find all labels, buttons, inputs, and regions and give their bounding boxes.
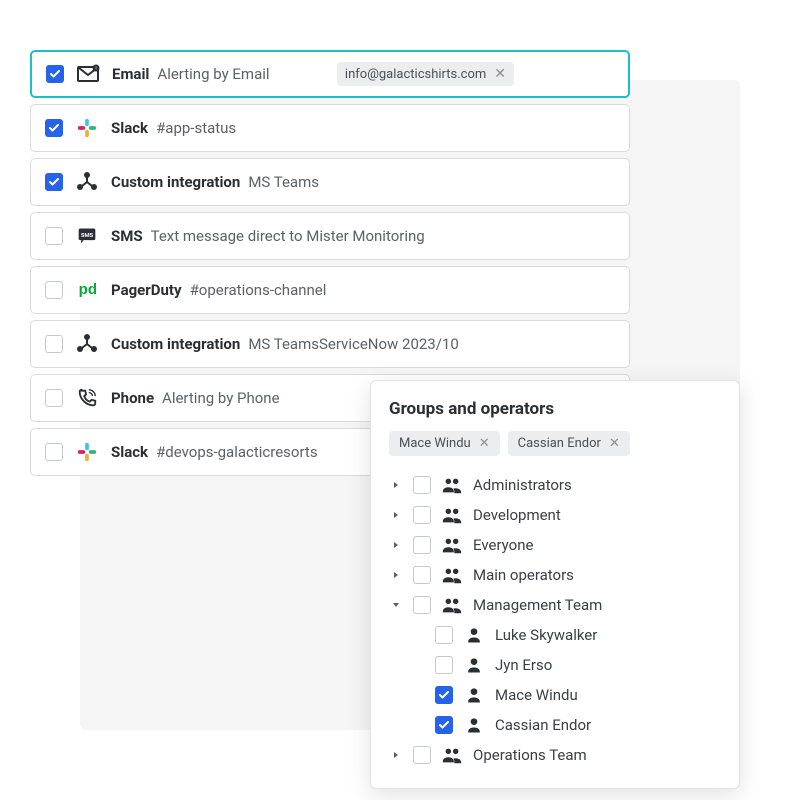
member-row[interactable]: Luke Skywalker [389,620,721,650]
group-icon [441,564,463,586]
channel-checkbox[interactable] [45,443,63,461]
group-label: Development [473,506,561,524]
group-row[interactable]: Development [389,500,721,530]
channel-row-slack[interactable]: Slack #app-status [30,104,630,152]
email-icon: ! [76,62,100,86]
channel-checkbox[interactable] [45,389,63,407]
person-icon [463,654,485,676]
slack-icon [75,440,99,464]
member-row[interactable]: Jyn Erso [389,650,721,680]
member-checkbox[interactable] [435,656,453,674]
chip-remove-icon[interactable]: ✕ [609,436,620,451]
channel-checkbox[interactable] [45,335,63,353]
group-icon [441,534,463,556]
group-icon [441,744,463,766]
group-tree: Administrators Development Everyone Main… [389,470,721,770]
channel-name: Phone [111,389,154,407]
channel-name: SMS [111,227,143,245]
caret-right-icon[interactable] [389,571,403,579]
caret-right-icon[interactable] [389,481,403,489]
group-checkbox[interactable] [413,746,431,764]
group-label: Everyone [473,536,533,554]
channel-row-custom[interactable]: Custom integration MS Teams [30,158,630,206]
member-checkbox[interactable] [435,686,453,704]
group-checkbox[interactable] [413,596,431,614]
group-icon [441,594,463,616]
person-icon [463,714,485,736]
group-checkbox[interactable] [413,506,431,524]
custom-icon [75,170,99,194]
channel-row-custom[interactable]: Custom integration MS TeamsServiceNow 20… [30,320,630,368]
group-row[interactable]: Management Team [389,590,721,620]
channel-name: Email [112,65,149,83]
caret-right-icon[interactable] [389,751,403,759]
channel-name: Slack [111,443,148,461]
operator-chip[interactable]: Mace Windu✕ [389,431,500,456]
slack-icon [75,116,99,140]
channel-checkbox[interactable] [45,281,63,299]
group-checkbox[interactable] [413,536,431,554]
group-icon [441,504,463,526]
member-checkbox[interactable] [435,626,453,644]
channel-desc: Alerting by Email [157,65,269,83]
group-checkbox[interactable] [413,476,431,494]
popup-title: Groups and operators [389,399,721,419]
person-icon [463,684,485,706]
member-checkbox[interactable] [435,716,453,734]
member-label: Mace Windu [495,686,578,704]
operator-chip[interactable]: Cassian Endor✕ [508,431,630,456]
group-row[interactable]: Administrators [389,470,721,500]
group-icon [441,474,463,496]
channel-desc: #devops-galacticresorts [156,443,318,461]
channel-name: Custom integration [111,335,240,353]
channel-row-email[interactable]: ! Email Alerting by Email info@galactics… [30,50,630,98]
channel-desc: #app-status [156,119,236,137]
channel-desc: Text message direct to Mister Monitoring [151,227,425,245]
channel-checkbox[interactable] [45,119,63,137]
group-row[interactable]: Everyone [389,530,721,560]
chip-remove-icon[interactable]: ✕ [479,436,490,451]
person-icon [463,624,485,646]
member-row[interactable]: Cassian Endor [389,710,721,740]
selected-chips: Mace Windu✕ Cassian Endor✕ [389,431,721,456]
group-label: Administrators [473,476,572,494]
caret-down-icon[interactable] [389,601,403,609]
member-label: Cassian Endor [495,716,591,734]
channel-desc: #operations-channel [190,281,327,299]
channel-desc: MS TeamsServiceNow 2023/10 [248,335,458,353]
channel-checkbox[interactable] [46,65,64,83]
pagerduty-icon: pd [75,278,99,302]
groups-popup: Groups and operators Mace Windu✕Cassian … [370,380,740,789]
channel-desc: Alerting by Phone [162,389,280,407]
caret-right-icon[interactable] [389,541,403,549]
group-row[interactable]: Operations Team [389,740,721,770]
member-label: Luke Skywalker [495,626,597,644]
member-row[interactable]: Mace Windu [389,680,721,710]
custom-icon [75,332,99,356]
channel-row-pagerduty[interactable]: pd PagerDuty #operations-channel [30,266,630,314]
channel-name: PagerDuty [111,281,182,299]
channel-tag[interactable]: info@galacticshirts.com✕ [337,62,514,86]
channel-name: Custom integration [111,173,240,191]
channel-checkbox[interactable] [45,227,63,245]
group-row[interactable]: Main operators [389,560,721,590]
sms-icon: SMS [75,224,99,248]
tag-remove-icon[interactable]: ✕ [494,66,506,82]
svg-text:!: ! [95,66,96,72]
group-label: Main operators [473,566,574,584]
group-label: Operations Team [473,746,587,764]
group-label: Management Team [473,596,602,614]
caret-right-icon[interactable] [389,511,403,519]
phone-icon [75,386,99,410]
channel-checkbox[interactable] [45,173,63,191]
svg-text:SMS: SMS [81,233,94,239]
svg-text:pd: pd [79,281,97,298]
channel-desc: MS Teams [248,173,319,191]
group-checkbox[interactable] [413,566,431,584]
channel-name: Slack [111,119,148,137]
member-label: Jyn Erso [495,656,552,674]
channel-row-sms[interactable]: SMS SMS Text message direct to Mister Mo… [30,212,630,260]
